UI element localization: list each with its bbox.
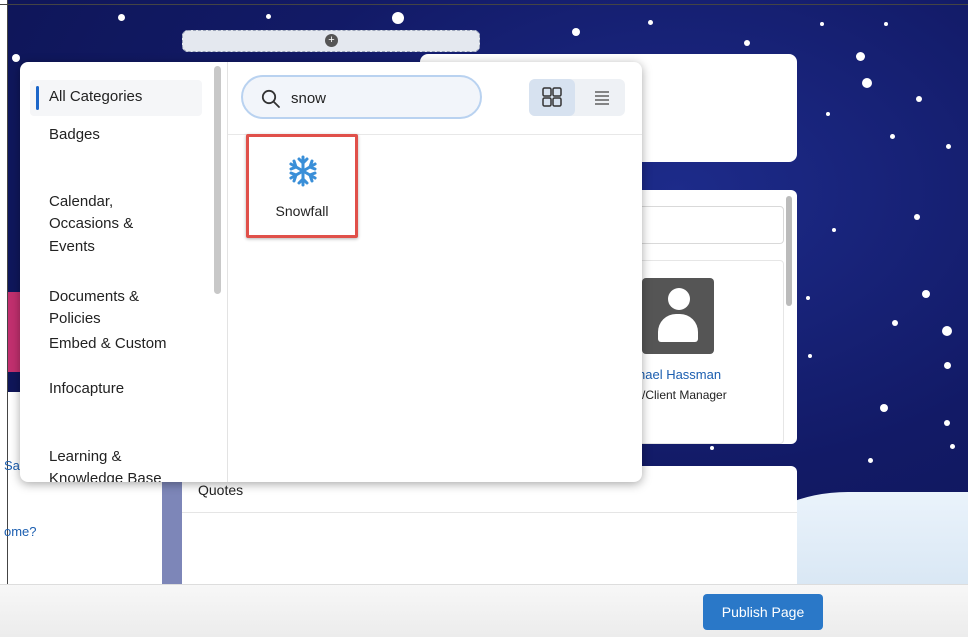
quotes-title: Quotes (198, 482, 244, 498)
top-border (0, 4, 968, 5)
category-all-categories[interactable]: All Categories (30, 80, 202, 116)
category-label: All Categories (49, 88, 143, 105)
category-embed-custom[interactable]: Embed & Custom (30, 333, 202, 356)
active-indicator (36, 86, 39, 110)
category-label: Documents & Policies (49, 287, 140, 328)
list-view-button[interactable] (579, 79, 625, 116)
category-label: Embed & Custom (49, 335, 167, 352)
category-calendar[interactable]: Calendar, Occasions & Events (30, 168, 202, 258)
list-view-icon (595, 91, 609, 105)
add-component-dropzone[interactable]: + (182, 30, 480, 52)
result-label: Snowfall (275, 203, 329, 219)
person-role: r/Client Manager (638, 388, 727, 402)
publish-page-button[interactable]: Publish Page (703, 594, 823, 630)
left-accent-block (8, 292, 20, 372)
quotes-section: Quotes (182, 466, 797, 588)
people-search-field[interactable] (634, 206, 784, 244)
category-infocapture[interactable]: Infocapture (30, 378, 202, 401)
people-scrollbar[interactable] (786, 196, 792, 306)
panel-divider (227, 62, 228, 482)
person-name-link[interactable]: hael Hassman (638, 367, 721, 382)
left-link-2[interactable]: ome? (4, 524, 37, 539)
category-list: All Categories Badges Calendar, Occasion… (20, 62, 226, 482)
view-toggle (529, 79, 625, 116)
grid-view-icon (542, 87, 562, 107)
category-label: Calendar, Occasions & Events (49, 192, 134, 255)
snowflake-icon (289, 155, 317, 187)
avatar-placeholder-icon (642, 278, 714, 354)
category-scrollbar[interactable] (214, 66, 221, 294)
component-picker-popup: All Categories Badges Calendar, Occasion… (20, 62, 642, 482)
component-search[interactable] (241, 75, 482, 119)
category-learning[interactable]: Learning & Knowledge Base (30, 423, 202, 483)
category-label: Infocapture (49, 380, 125, 397)
category-label: Learning & Knowledge Base (49, 447, 162, 483)
category-documents[interactable]: Documents & Policies (30, 263, 202, 331)
result-tile-snowfall[interactable]: Snowfall (246, 134, 358, 238)
left-link-1[interactable]: Sa (4, 458, 20, 473)
search-input[interactable] (291, 87, 461, 109)
grid-view-button[interactable] (529, 79, 575, 116)
add-icon[interactable]: + (325, 34, 338, 47)
search-icon (261, 89, 280, 108)
frame-edge (0, 0, 8, 637)
category-badges[interactable]: Badges (30, 124, 202, 147)
quotes-divider (182, 512, 797, 513)
category-label: Badges (49, 126, 100, 143)
